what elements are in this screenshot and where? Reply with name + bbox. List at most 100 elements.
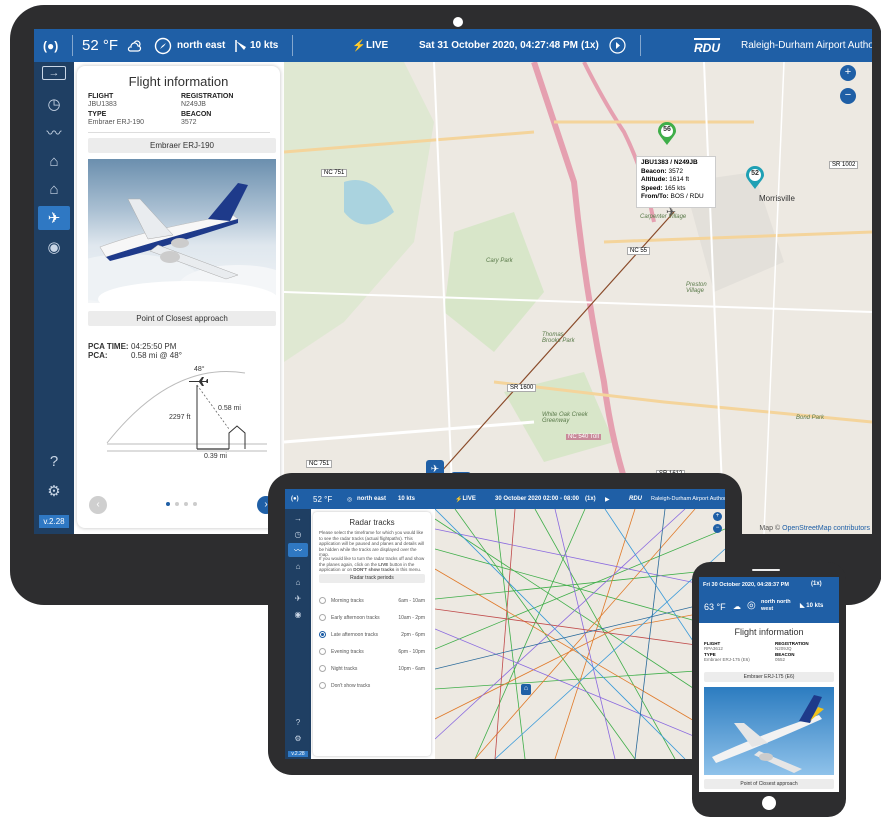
home-alt-icon[interactable]: ⌂	[288, 575, 308, 589]
zoom-in-button[interactable]: +	[713, 512, 722, 521]
track-option[interactable]: Morning tracks 6am - 10am	[319, 592, 425, 609]
track-option[interactable]: Don't show tracks	[319, 677, 425, 694]
map-background	[284, 62, 872, 534]
date-display: 30 October 2020	[495, 496, 542, 502]
help-icon[interactable]: ?	[42, 449, 66, 473]
zoom-out-button[interactable]: −	[840, 88, 856, 104]
wind-speed: ◣ 10 kts	[800, 603, 824, 609]
authority-name: Raleigh-Durham Airport Authority	[741, 40, 872, 51]
rdu-logo: RDU	[629, 496, 642, 502]
chart-icon[interactable]: 〰	[288, 543, 308, 557]
divider	[88, 132, 270, 133]
flight-icon[interactable]: ✈	[38, 206, 70, 230]
compass-icon: ◎	[747, 600, 756, 611]
menu-icon[interactable]: (●)	[291, 489, 299, 509]
aircraft-marker-56[interactable]: 56	[657, 122, 677, 146]
registration-label: REGISTRATION	[181, 93, 234, 100]
radio-button[interactable]	[319, 597, 326, 604]
radio-button[interactable]	[319, 682, 326, 689]
play-icon[interactable]: ▶	[605, 489, 610, 509]
page-dot[interactable]	[166, 502, 170, 506]
small-tablet-screen: (●) 52 °F ◎ north east 10 kts ⚡ LIVE 30 …	[285, 489, 725, 759]
aircraft-name-bar: Embraer ERJ-190	[88, 138, 276, 153]
home-icon[interactable]: ⌂	[288, 559, 308, 573]
pca-header-bar: Point of Closest approach	[704, 779, 834, 789]
radio-button[interactable]	[319, 614, 326, 621]
page-dot[interactable]	[193, 502, 197, 506]
location-pin-icon[interactable]: ◉	[42, 235, 66, 259]
radio-button[interactable]	[319, 648, 326, 655]
menu-icon[interactable]: (●)	[43, 29, 58, 62]
type-label: TYPE	[88, 111, 107, 118]
wind-speed: 10 kts	[250, 40, 279, 51]
track-option[interactable]: Night tracks 10pm - 6am	[319, 660, 425, 677]
registration-value: N249JB	[181, 101, 206, 108]
main-top-bar: (●) 52 °F north east 10 kts ⚡ LIVE Sat 3…	[34, 29, 872, 62]
login-icon[interactable]: →	[42, 66, 66, 80]
radio-button[interactable]	[319, 665, 326, 672]
pca-label: PCA:	[88, 351, 108, 360]
marker-label: 52	[751, 170, 759, 177]
play-icon[interactable]	[609, 29, 626, 62]
speed-button[interactable]: (1x)	[585, 489, 596, 509]
tooltip-row: Speed: 165 kts	[641, 184, 686, 192]
temperature-readout: 63 °F	[704, 602, 726, 612]
speed-button[interactable]: (1x)	[811, 581, 822, 587]
map-label: Bond Park	[796, 415, 825, 421]
help-icon[interactable]: ?	[288, 715, 308, 729]
zoom-out-button[interactable]: −	[713, 524, 722, 533]
compass-icon	[154, 29, 172, 62]
registration-value: N209JQ	[775, 646, 792, 651]
track-option[interactable]: Early afternoon tracks 10am - 2pm	[319, 609, 425, 626]
small-tablet-device-frame: (●) 52 °F ◎ north east 10 kts ⚡ LIVE 30 …	[268, 473, 742, 775]
speed-button[interactable]: (1x)	[581, 29, 599, 62]
live-button[interactable]: ⚡ LIVE	[455, 489, 476, 509]
lightning-icon: ⚡	[352, 40, 366, 52]
radio-button-selected[interactable]	[319, 631, 326, 638]
version-badge: v.2.28	[39, 515, 69, 528]
type-value: Embraer ERJ-190	[88, 119, 145, 126]
type-value: Embraer ERJ-175 (E6)	[704, 657, 750, 662]
radar-tracks-panel: Radar tracks Please select the timeframe…	[313, 512, 431, 756]
previous-page-button[interactable]: ‹	[89, 496, 107, 514]
track-option[interactable]: Late afternoon tracks 2pm - 6pm	[319, 626, 425, 643]
aircraft-photo	[704, 687, 834, 775]
location-pin-icon[interactable]: ◉	[288, 607, 308, 621]
zoom-in-button[interactable]: +	[840, 65, 856, 81]
tracks-map[interactable]: ⌂ + −	[435, 509, 725, 759]
partly-cloudy-icon: ☁	[733, 602, 741, 611]
road-shield: SR 1002	[829, 161, 859, 169]
map-view[interactable]: 56 52 JBU1383 / N249JB Beacon: 3572 Alti…	[284, 62, 872, 534]
map-label: White Oak Creek Greenway	[542, 412, 588, 424]
page-dot[interactable]	[184, 502, 188, 506]
gear-icon[interactable]: ⚙	[288, 731, 308, 745]
page-dot[interactable]	[175, 502, 179, 506]
flight-info-panel: Flight information FLIGHT JBU1383 REGIST…	[77, 66, 280, 528]
beacon-value: 3572	[181, 119, 197, 126]
home-alt-icon[interactable]: ⌂	[42, 177, 66, 201]
flight-label: FLIGHT	[88, 93, 114, 100]
gear-icon[interactable]: ⚙	[42, 479, 66, 503]
live-button[interactable]: LIVE	[366, 29, 388, 62]
datetime-display: Fri 30 October 2020, 04:28:37 PM	[703, 582, 789, 588]
tablet2-sidebar: → ◷ 〰 ⌂ ⌂ ✈ ◉ ? ⚙ v.2.28	[285, 509, 311, 759]
marker-label: 56	[663, 126, 671, 133]
aircraft-marker-52[interactable]: 52	[745, 166, 765, 190]
login-icon[interactable]: →	[288, 511, 308, 525]
track-option[interactable]: Evening tracks 6pm - 10pm	[319, 643, 425, 660]
flight-value: JBU1383	[88, 101, 117, 108]
beacon-value: 0552	[775, 657, 786, 662]
osm-link[interactable]: OpenStreetMap contributors	[782, 525, 870, 532]
tablet-camera	[453, 17, 463, 27]
clock-icon[interactable]: ◷	[288, 527, 308, 541]
home-map-marker[interactable]: ⌂	[521, 684, 531, 695]
phone-home-button[interactable]	[762, 796, 776, 810]
home-icon[interactable]: ⌂	[42, 149, 66, 173]
phone-device-frame: Fri 30 October 2020, 04:28:37 PM (1x) 63…	[692, 562, 846, 817]
chart-icon[interactable]: 〰	[42, 120, 66, 144]
flight-icon[interactable]: ✈	[288, 591, 308, 605]
road-shield: NC 751	[321, 169, 348, 177]
clock-icon[interactable]: ◷	[42, 92, 66, 116]
track-periods-button[interactable]: Radar track periods	[319, 574, 425, 583]
authority-name: Raleigh-Durham Airport Authority	[651, 496, 725, 502]
